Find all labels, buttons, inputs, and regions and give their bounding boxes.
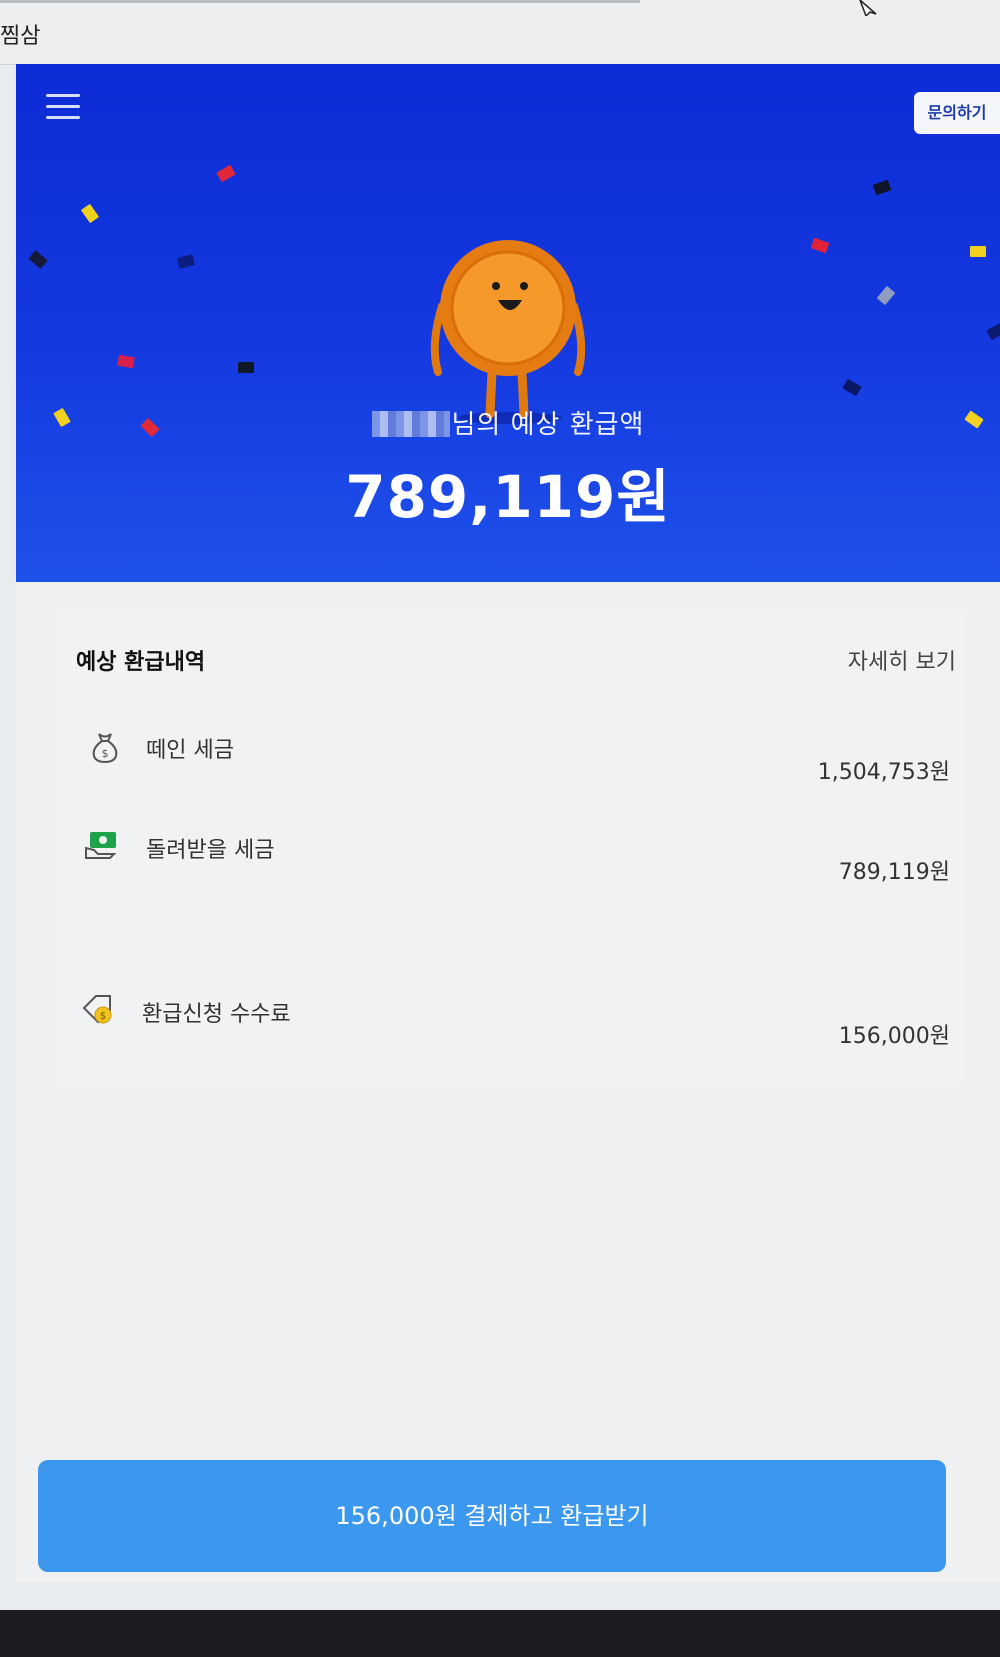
mouse-cursor-icon — [859, 0, 877, 16]
screen-bezel — [0, 1610, 1000, 1657]
section-title: 예상 환급내역 — [76, 650, 206, 675]
row-value: 1,504,753원 — [817, 760, 950, 785]
confetti-piece — [216, 164, 236, 183]
refund-label: 님의 예상 환급액 — [16, 404, 1000, 441]
confetti-piece — [117, 354, 135, 369]
refund-hero-banner: 문의하기 님의 예상 환급액 789,119원 — [16, 64, 1000, 582]
pay-and-refund-button[interactable]: 156,000원 결제하고 환급받기 — [38, 1460, 946, 1572]
row-label: 떼인 세금 — [146, 738, 234, 763]
tab-title[interactable]: 찜삼 — [0, 18, 40, 50]
tab-indicator — [0, 0, 640, 3]
refund-amount: 789,119원 — [345, 463, 671, 531]
confetti-piece — [986, 322, 1000, 341]
confetti-piece — [28, 250, 48, 269]
detail-link[interactable]: 자세히 보기 — [848, 644, 956, 676]
svg-text:$: $ — [100, 1011, 106, 1022]
money-bag-icon: $ — [92, 733, 118, 764]
confetti-piece — [876, 285, 896, 306]
inquiry-button[interactable]: 문의하기 — [914, 92, 1000, 134]
hamburger-menu-icon[interactable] — [46, 94, 80, 122]
row-value: 789,119원 — [838, 860, 950, 885]
confetti-piece — [872, 179, 892, 196]
confetti-piece — [176, 254, 196, 269]
refund-label-text: 님의 예상 환급액 — [451, 410, 645, 440]
row-label: 돌려받을 세금 — [146, 838, 275, 863]
confetti-piece — [80, 203, 100, 224]
price-tag-coin-icon: $ — [82, 995, 112, 1024]
cash-hand-icon — [85, 832, 117, 859]
row-label: 환급신청 수수료 — [142, 1002, 291, 1027]
blurred-user-name — [371, 411, 450, 437]
confetti-piece — [842, 378, 862, 397]
confetti-piece — [970, 246, 986, 257]
refund-summary-section: 예상 환급내역 자세히 보기 $ 떼인 세금 1,504,753원 돌려받을 세… — [16, 582, 1000, 1582]
confetti-piece — [810, 237, 830, 254]
row-value: 156,000원 — [838, 1024, 950, 1049]
svg-text:$: $ — [102, 747, 109, 760]
confetti-piece — [238, 362, 254, 373]
browser-tab-bar: 찜삼 — [0, 0, 1000, 65]
